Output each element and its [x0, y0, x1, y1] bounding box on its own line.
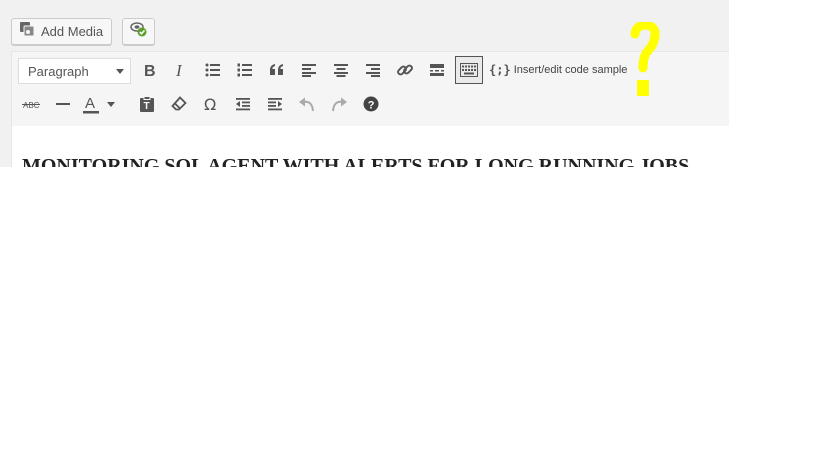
insert-code-sample-label: Insert/edit code sample [513, 64, 628, 76]
question-mark-icon [628, 20, 662, 104]
bold-icon: B [144, 63, 156, 78]
paste-text-button[interactable]: T [133, 90, 161, 118]
special-character-icon: Ω [204, 96, 216, 112]
chevron-down-icon [116, 69, 124, 74]
numbered-list-button[interactable] [231, 56, 259, 84]
rich-text-editor: Paragraph B I {;} Insert/edit code sampl… [11, 51, 729, 167]
align-left-icon [302, 64, 316, 77]
toolbar-row-2: ABC A T Ω ? [12, 90, 729, 120]
redo-button[interactable] [325, 90, 353, 118]
paste-text-icon: T [140, 96, 154, 112]
code-braces-icon: {;} [489, 63, 511, 77]
clear-formatting-icon [171, 96, 187, 111]
align-center-icon [334, 64, 348, 77]
editor-toolbar: Paragraph B I {;} Insert/edit code sampl… [12, 52, 729, 127]
svg-text:T: T [144, 101, 150, 112]
editor-frame: Add Media Paragraph B I {;} Insert/edit … [0, 0, 729, 167]
special-character-button[interactable]: Ω [197, 90, 225, 118]
strikethrough-button[interactable]: ABC [17, 90, 45, 118]
svg-text:A: A [85, 95, 95, 112]
add-media-label: Add Media [41, 24, 104, 39]
text-color-dropdown[interactable] [104, 90, 118, 118]
plugin-check-icon [129, 20, 149, 43]
post-heading: MONITORING SQL AGENT WITH ALERTS FOR LON… [22, 155, 690, 167]
svg-text:B: B [144, 63, 156, 78]
bullet-list-icon [205, 63, 220, 77]
indent-icon [268, 98, 282, 111]
align-right-icon [366, 64, 380, 77]
horizontal-line-button[interactable] [49, 90, 77, 118]
undo-button[interactable] [293, 90, 321, 118]
chevron-down-icon [107, 101, 115, 107]
italic-button[interactable]: I [167, 56, 195, 84]
svg-text:Ω: Ω [204, 96, 216, 112]
svg-text:ABC: ABC [23, 101, 40, 110]
text-color-button[interactable]: A [81, 90, 101, 118]
media-buttons-bar: Add Media [0, 0, 729, 52]
undo-icon [299, 97, 314, 112]
clear-formatting-button[interactable] [165, 90, 193, 118]
blockquote-button[interactable] [263, 56, 291, 84]
align-right-button[interactable] [359, 56, 387, 84]
outdent-button[interactable] [229, 90, 257, 118]
align-center-button[interactable] [327, 56, 355, 84]
toolbar-toggle-icon [460, 63, 478, 77]
plugin-button[interactable] [122, 18, 155, 45]
format-select[interactable]: Paragraph [18, 58, 131, 84]
indent-button[interactable] [261, 90, 289, 118]
media-icon [19, 21, 35, 42]
italic-icon: I [175, 62, 183, 78]
horizontal-line-icon [56, 103, 70, 105]
format-select-value: Paragraph [28, 63, 89, 79]
align-left-button[interactable] [295, 56, 323, 84]
read-more-icon [430, 64, 444, 76]
svg-text:I: I [175, 62, 183, 78]
outdent-icon [236, 98, 250, 111]
read-more-button[interactable] [423, 56, 451, 84]
toolbar-row-1: Paragraph B I {;} Insert/edit code sampl… [12, 56, 729, 86]
text-color-icon: A [83, 95, 99, 114]
help-icon: ? [363, 96, 379, 112]
numbered-list-icon [237, 63, 252, 77]
strikethrough-icon: ABC [22, 101, 40, 110]
link-button[interactable] [391, 56, 419, 84]
insert-code-sample-button[interactable]: {;} Insert/edit code sample [489, 56, 627, 84]
editor-content-area[interactable]: MONITORING SQL AGENT WITH ALERTS FOR LON… [12, 126, 729, 167]
blockquote-icon [270, 64, 283, 75]
bold-button[interactable]: B [135, 56, 163, 84]
link-icon [397, 64, 413, 76]
svg-text:?: ? [368, 100, 375, 112]
redo-icon [332, 97, 347, 112]
toolbar-toggle-button[interactable] [455, 56, 483, 84]
add-media-button[interactable]: Add Media [11, 18, 112, 45]
help-button[interactable]: ? [357, 90, 385, 118]
bullet-list-button[interactable] [199, 56, 227, 84]
